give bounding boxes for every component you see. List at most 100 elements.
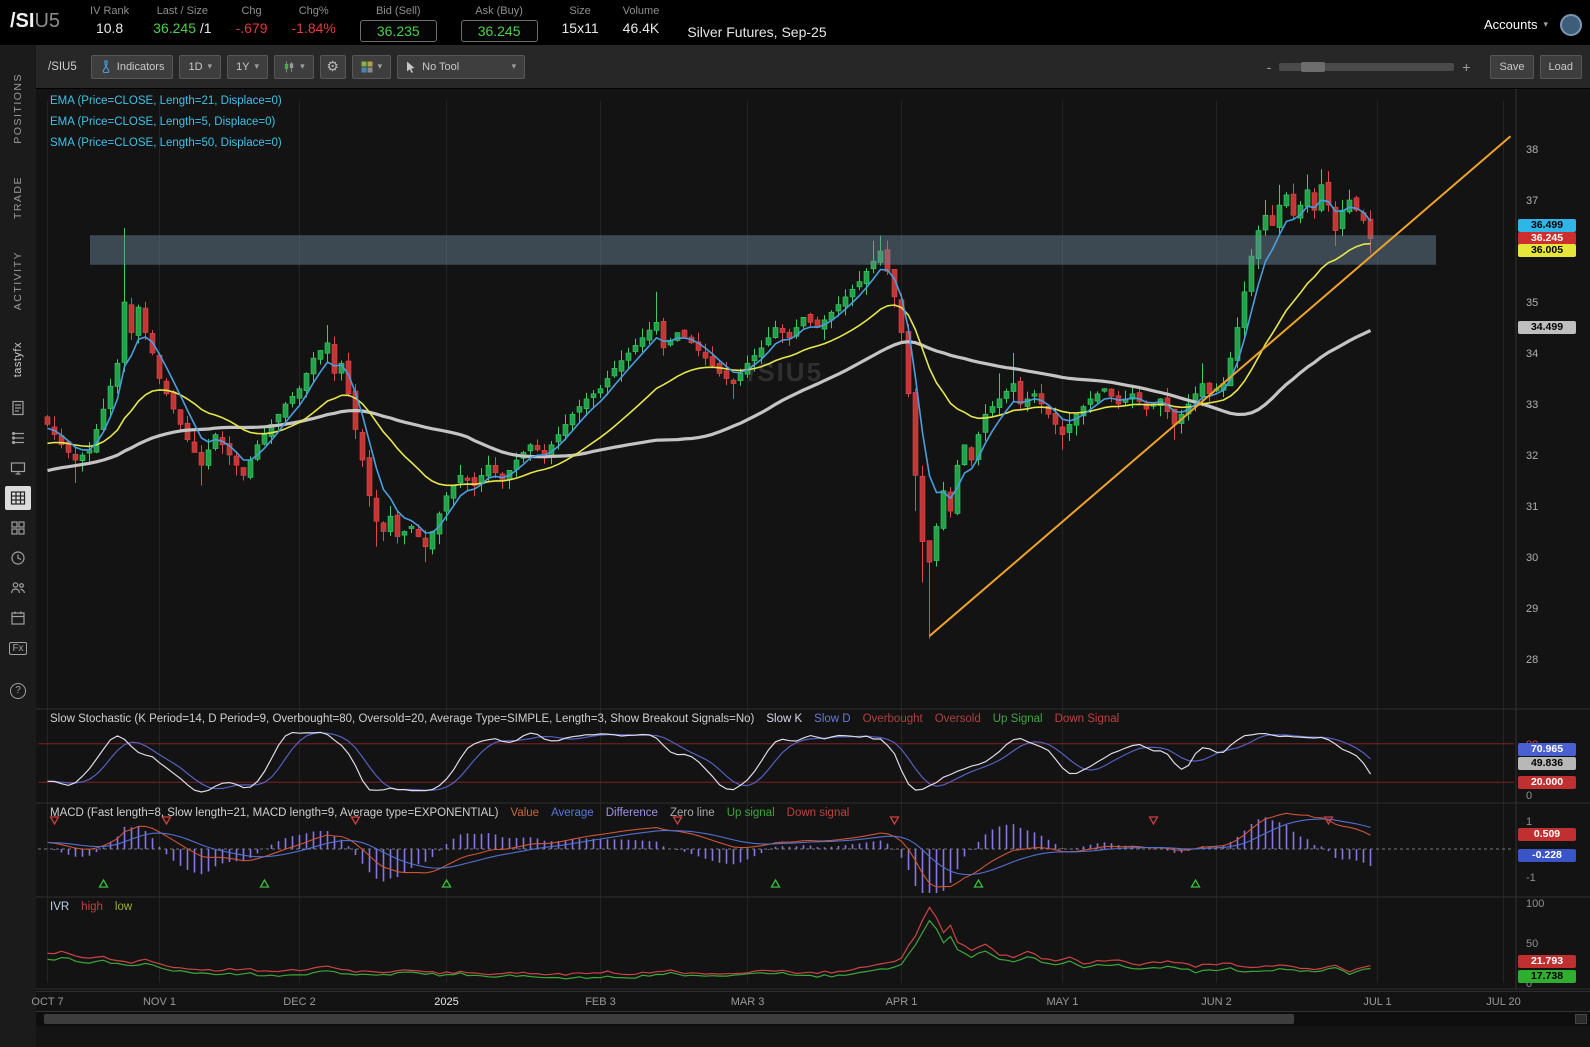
calendar-icon[interactable] [5,606,31,630]
quote-header: /SIU5 IV Rank 10.8 Last / Size 36.245 /1… [0,0,1590,45]
load-button[interactable]: Load [1540,55,1582,79]
field-iv-rank: IV Rank 10.8 [90,2,129,36]
down-signal-arrow [674,817,682,824]
time-tick-label: JUN 2 [1187,996,1247,1008]
trendline[interactable] [930,136,1511,636]
change-value: -.679 [236,20,268,36]
clock-icon[interactable] [5,546,31,570]
grid-layout-icon [361,61,373,73]
up-signal-arrow [1192,880,1200,887]
price-tick-label: 30 [1526,552,1538,564]
price-tick-label: 36 [1526,246,1538,258]
time-axis: OCT 7NOV 1DEC 22025FEB 3MAR 3APR 1MAY 1J… [36,991,1590,1011]
ivr-axis-label: 100 [1526,898,1544,910]
candlestick-icon [283,61,295,73]
macd-average-line [48,819,1371,875]
bid-button[interactable]: 36.235 [360,20,437,42]
ivr-axis-label: 0 [1526,978,1532,990]
time-tick-label: FEB 3 [571,996,631,1008]
zoom-slider-thumb[interactable] [1301,62,1325,72]
field-chg: Chg -.679 [236,2,268,36]
chevron-down-icon: ▾ [1543,19,1548,30]
time-tick-label: MAR 3 [718,996,778,1008]
time-tick-label: DEC 2 [270,996,330,1008]
chart-symbol-label: /SIU5 [48,61,77,73]
spreadsheet-chart-icon[interactable] [5,486,31,510]
chart-area: 38373635343332313029288001-1100500 EMA (… [36,89,1590,991]
price-tick-label: 34 [1526,348,1538,360]
time-tick-label: OCT 7 [18,996,78,1008]
price-tick-label: 28 [1526,654,1538,666]
blocks-icon[interactable] [5,516,31,540]
up-signal-arrow [261,880,269,887]
symbol-title: /SIU5 [10,10,60,33]
chart-panel: /SIU5 Indicators 1D▾ 1Y▾ ▾ ⚙ ▾ [36,45,1590,1047]
size-value: 15x11 [562,20,599,36]
price-axis-ticks: 3837363534333231302928 [1526,144,1538,666]
time-tick-label: 2025 [417,996,477,1008]
resistance-band[interactable] [90,235,1436,265]
chart-settings-button[interactable]: ⚙ [320,55,346,79]
ivr-high-line [48,907,1371,975]
zoom-in-button[interactable]: + [1462,59,1470,75]
chart-canvas[interactable]: 38373635343332313029288001-1100500 [36,89,1590,991]
stoch-axis-label: 80 [1526,739,1538,751]
down-signal-arrow [891,817,899,824]
fx-icon[interactable]: Fx [5,636,31,660]
layout-dropdown[interactable]: ▾ [352,55,392,79]
time-tick-label: APR 1 [872,996,932,1008]
zoom-out-button[interactable]: - [1267,59,1272,75]
field-ask: Ask (Buy) 36.245 [461,2,538,42]
down-signal-arrow [51,817,59,824]
sidebar-tab-trade[interactable]: TRADE [12,176,24,219]
drawing-tool-dropdown[interactable]: No Tool ▾ [397,55,525,79]
time-tick-label: JUL 1 [1348,996,1408,1008]
down-signal-arrow [1150,817,1158,824]
chevron-down-icon: ▾ [512,61,517,72]
accounts-dropdown[interactable]: Accounts▾ [1484,17,1548,32]
chart-scrollbar[interactable] [36,1011,1590,1026]
last-price-value: 36.245 [153,20,196,36]
chevron-down-icon: ▾ [300,61,305,72]
ivr-low-line [48,921,1371,979]
indicators-button[interactable]: Indicators [91,55,174,79]
timeframe-dropdown[interactable]: 1D▾ [179,55,221,79]
document-icon[interactable] [5,396,31,420]
monitor-icon[interactable] [5,456,31,480]
grid-lines [48,101,1504,983]
price-tick-label: 37 [1526,195,1538,207]
sidebar-tab-tastyfx[interactable]: tastyfx [12,342,24,377]
ask-button[interactable]: 36.245 [461,20,538,42]
sidebar-tab-activity[interactable]: ACTIVITY [12,251,24,310]
sidebar-tab-positions[interactable]: POSITIONS [12,73,24,144]
ema21-line [48,244,1371,486]
up-signal-arrow [100,880,108,887]
zoom-slider-track[interactable] [1279,63,1454,71]
symbol-suffix: U5 [34,10,60,32]
field-last-size: Last / Size 36.245 /1 [153,2,211,36]
last-size-value: /1 [200,20,212,36]
price-tick-label: 33 [1526,399,1538,411]
instrument-description: Silver Futures, Sep-25 [687,24,826,40]
time-tick-label: NOV 1 [130,996,190,1008]
chart-type-dropdown[interactable]: ▾ [274,55,314,79]
field-size: Size 15x11 [562,2,599,36]
iv-rank-value: 10.8 [90,20,129,36]
up-signal-arrow [772,880,780,887]
people-icon[interactable] [5,576,31,600]
volume-value: 46.4K [623,20,660,36]
macd-axis-label: -1 [1526,872,1536,884]
ledger-icon[interactable] [5,426,31,450]
scrollbar-thumb[interactable] [44,1014,1294,1024]
account-avatar-icon[interactable] [1560,14,1582,36]
left-sidebar: POSITIONS TRADE ACTIVITY tastyfx Fx ? [0,45,36,1047]
save-button[interactable]: Save [1490,55,1533,79]
range-dropdown[interactable]: 1Y▾ [227,55,268,79]
stoch-slowd-line [48,733,1371,790]
macd-value-line [48,813,1371,887]
trading-app: /SIU5 IV Rank 10.8 Last / Size 36.245 /1… [0,0,1590,1047]
price-tick-label: 35 [1526,297,1538,309]
gear-icon: ⚙ [326,58,339,75]
down-signal-arrow [352,817,360,824]
help-icon[interactable]: ? [5,679,31,703]
